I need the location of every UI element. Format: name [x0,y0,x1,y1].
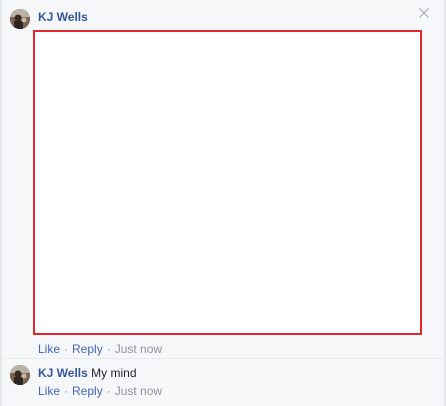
comment-with-attachment: KJ Wells Like · Reply · Just now [0,0,446,356]
comment-author[interactable]: KJ Wells [38,10,88,24]
comment-author-line: KJ Wells My mind [38,366,137,380]
like-link[interactable]: Like [38,384,60,398]
separator-dot: · [64,384,69,398]
comment-timestamp[interactable]: Just now [115,342,162,356]
like-link[interactable]: Like [38,342,60,356]
separator-dot: · [64,342,69,356]
comment-timestamp[interactable]: Just now [115,384,162,398]
reply-link[interactable]: Reply [72,342,103,356]
comment-text: My mind [91,366,137,380]
comment-actions: Like · Reply · Just now [38,342,162,356]
avatar-photo [10,9,30,29]
comment-attachment-image[interactable] [33,30,422,335]
comment-author[interactable]: KJ Wells [38,366,88,380]
reply-link[interactable]: Reply [72,384,103,398]
avatar[interactable] [10,365,30,385]
separator-dot: · [106,384,111,398]
avatar[interactable] [10,9,30,29]
close-icon[interactable] [418,6,430,18]
comment-divider [0,358,446,359]
separator-dot: · [106,342,111,356]
comment-actions: Like · Reply · Just now [38,384,162,398]
avatar-photo [10,365,30,385]
